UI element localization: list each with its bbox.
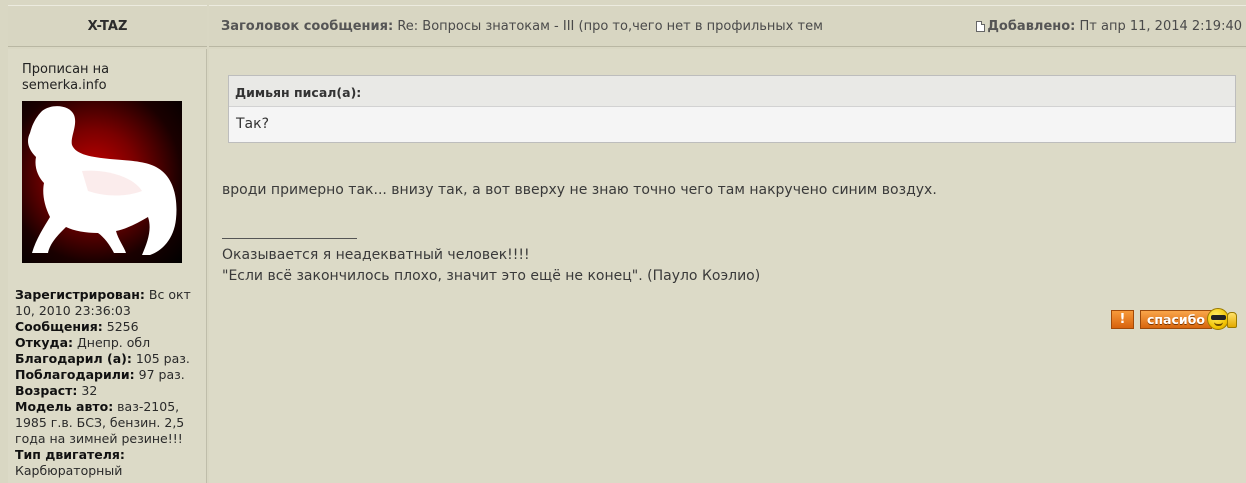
profile-location: Откуда: Днепр. обл xyxy=(15,335,151,350)
post-icon[interactable] xyxy=(976,21,986,32)
profile-registered: Зарегистрирован: Вс окт 10, 2010 23:36:0… xyxy=(15,287,191,318)
thumbs-up-icon xyxy=(1227,312,1237,328)
user-rank: Прописан на semerka.info xyxy=(22,62,110,93)
profile-car-model: Модель авто: ваз-2105, 1985 г.в. БСЗ, бе… xyxy=(15,399,185,446)
post-body: Димьян писал(а): Так? вроди примерно так… xyxy=(209,49,1246,483)
signature-line-2: "Если всё закончилось плохо, значит это … xyxy=(222,268,761,284)
signature-divider xyxy=(222,238,357,239)
user-profile-panel: Прописан на semerka.info Зарегистрирован… xyxy=(8,49,207,483)
post-subject: Заголовок сообщения: Re: Вопросы знатока… xyxy=(221,19,823,34)
date-label: Добавлено: xyxy=(987,19,1076,34)
signature-line-1: Оказывается я неадекватный человек!!!! xyxy=(222,247,530,263)
message-text: вроди примерно так... внизу так, а вот в… xyxy=(222,182,937,198)
quote-text: Так? xyxy=(236,116,270,132)
profile-engine-type: Тип двигателя: Карбюраторный xyxy=(15,447,125,478)
post-date: Добавлено: Пт апр 11, 2014 2:19:40 xyxy=(976,19,1242,34)
smiley-thumbs-up-icon xyxy=(1207,308,1229,330)
date-value: Пт апр 11, 2014 2:19:40 xyxy=(1079,19,1242,34)
avatar xyxy=(22,101,182,263)
profile-details: Зарегистрирован: Вс окт 10, 2010 23:36:0… xyxy=(15,287,205,479)
post-author[interactable]: X-TAZ xyxy=(8,5,207,47)
profile-age: Возраст: 32 xyxy=(15,383,98,398)
quote-author: Димьян писал(а): xyxy=(229,76,1235,107)
subject-text: Re: Вопросы знатокам - III (про то,чего … xyxy=(397,19,823,34)
avatar-silhouette xyxy=(28,106,177,255)
post-header: Заголовок сообщения: Re: Вопросы знатока… xyxy=(209,5,1246,47)
quote-block: Димьян писал(а): Так? xyxy=(228,75,1236,143)
thanks-label: спасибо xyxy=(1140,310,1212,329)
thanks-button[interactable]: спасибо xyxy=(1140,308,1240,330)
subject-label: Заголовок сообщения: xyxy=(221,19,394,34)
profile-thanked: Благодарил (а): 105 раз. xyxy=(15,351,190,366)
report-button[interactable]: ! xyxy=(1111,310,1134,329)
profile-posts: Сообщения: 5256 xyxy=(15,319,139,334)
signature: Оказывается я неадекватный человек!!!! "… xyxy=(222,245,1232,287)
profile-was-thanked: Поблагодарили: 97 раз. xyxy=(15,367,185,382)
